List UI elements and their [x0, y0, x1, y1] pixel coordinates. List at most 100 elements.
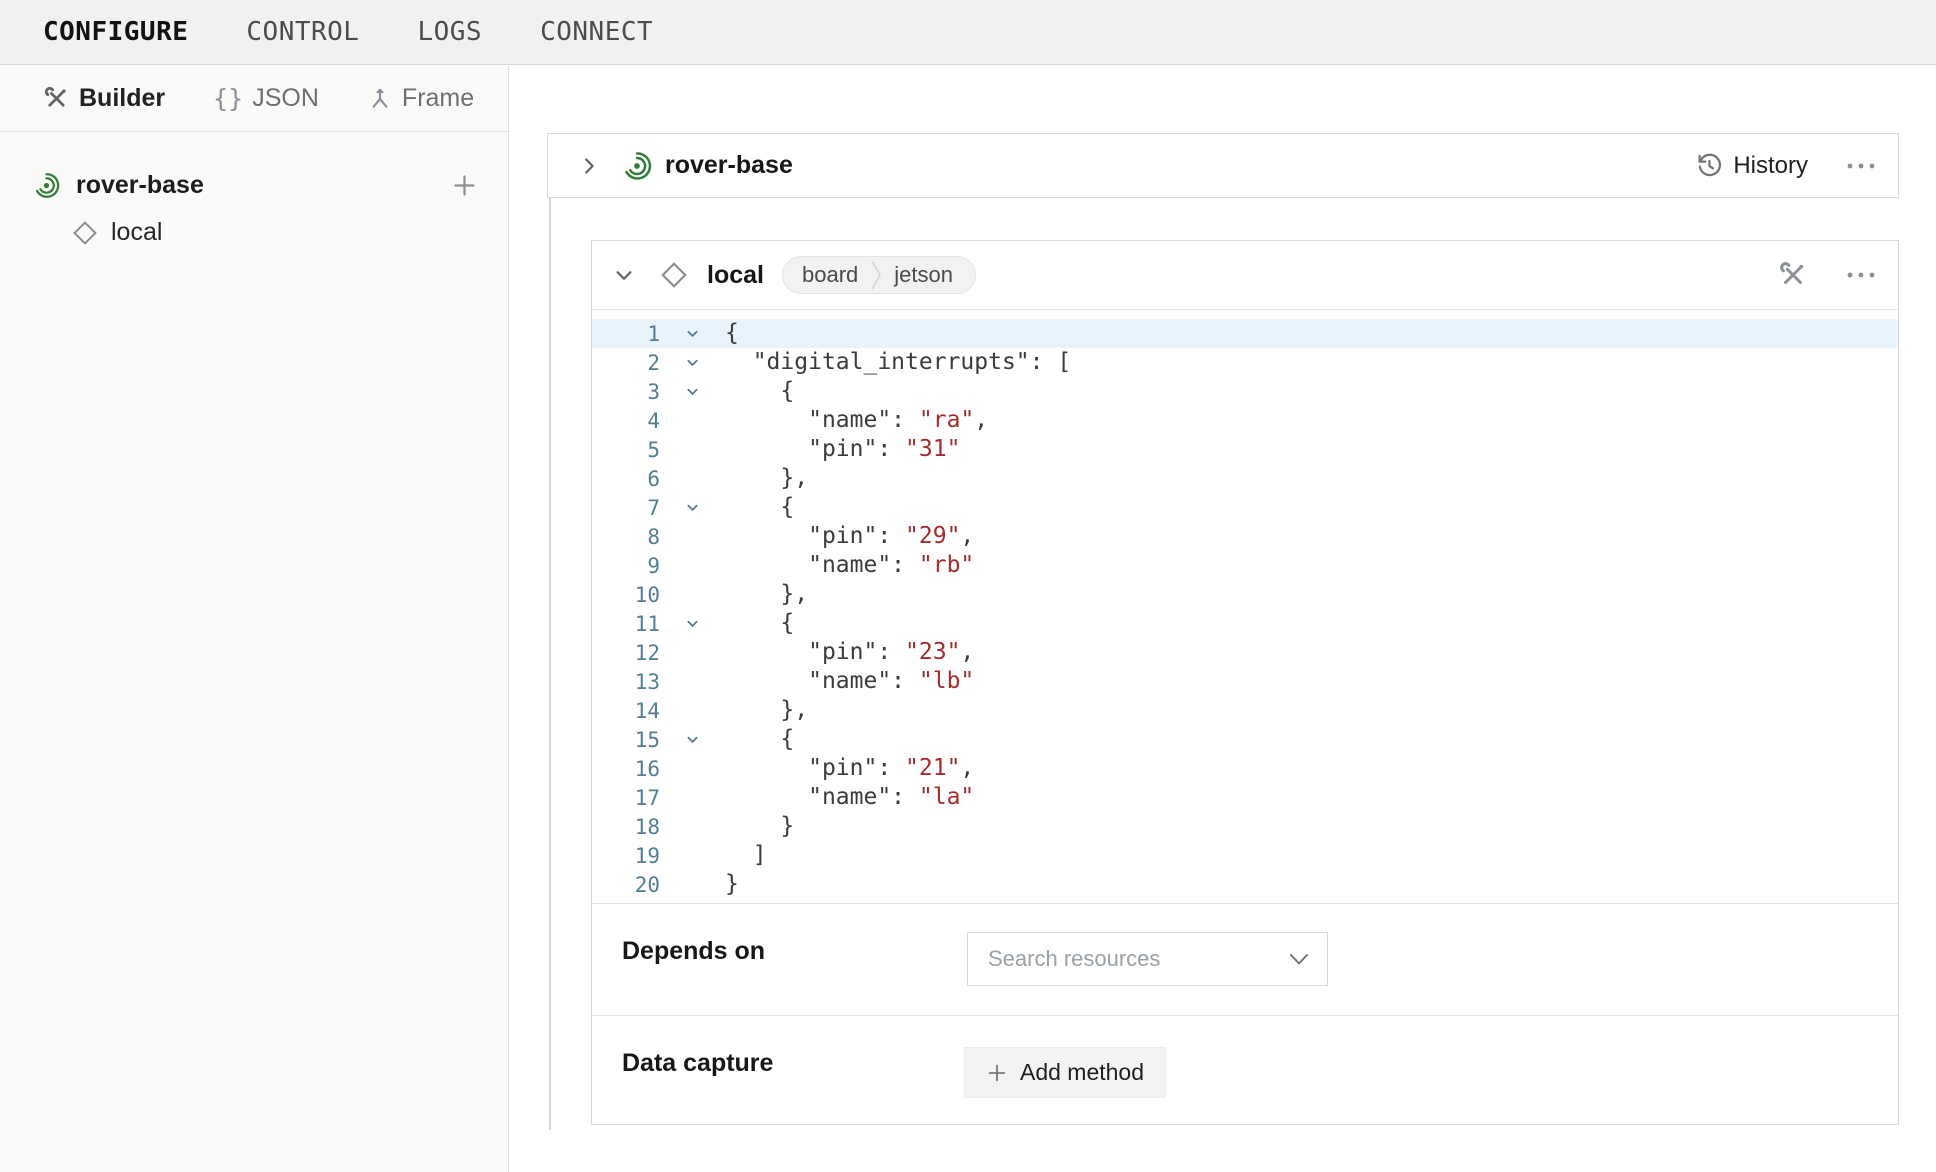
tree-item-label: rover-base — [76, 171, 204, 200]
code-text: } — [725, 870, 739, 899]
tab-json-label: JSON — [252, 84, 319, 113]
chevron-right-icon[interactable] — [578, 155, 600, 177]
line-number: 2 — [592, 351, 660, 375]
line-number: 7 — [592, 496, 660, 520]
code-text: }, — [725, 580, 808, 609]
fold-chevron-icon[interactable] — [660, 500, 725, 515]
code-line[interactable]: 19 ] — [592, 841, 1898, 870]
line-number: 10 — [592, 583, 660, 607]
braces-icon: {} — [213, 84, 243, 113]
resource-card-header: local board jetson — [592, 241, 1898, 310]
line-number: 16 — [592, 757, 660, 781]
data-capture-label: Data capture — [622, 1049, 773, 1078]
code-text: "pin": "31" — [725, 435, 960, 464]
resource-menu-ellipsis-icon[interactable] — [1846, 270, 1876, 280]
badge-type: board — [802, 262, 858, 288]
fold-chevron-icon[interactable] — [660, 732, 725, 747]
config-sidebar: Builder {} JSON Frame — [0, 66, 509, 1172]
tree-item-rover-base[interactable]: rover-base — [0, 162, 508, 209]
code-line[interactable]: 14 }, — [592, 696, 1898, 725]
json-attributes-editor[interactable]: 1{2 "digital_interrupts": [3 {4 "name": … — [592, 310, 1898, 904]
tree-item-label: local — [111, 218, 162, 247]
part-menu-ellipsis-icon[interactable] — [1846, 161, 1876, 171]
machine-part-icon — [622, 151, 652, 181]
nav-tab-connect[interactable]: CONNECT — [540, 17, 653, 47]
main-content: rover-base History — [510, 66, 1936, 1172]
code-line[interactable]: 4 "name": "ra", — [592, 406, 1898, 435]
configure-tools-icon[interactable] — [1778, 260, 1808, 290]
fold-chevron-icon[interactable] — [660, 384, 725, 399]
line-number: 19 — [592, 844, 660, 868]
top-nav: CONFIGURE CONTROL LOGS CONNECT — [0, 0, 1936, 65]
code-line[interactable]: 13 "name": "lb" — [592, 667, 1898, 696]
line-number: 20 — [592, 873, 660, 897]
select-chevron-down-icon — [1289, 953, 1309, 966]
fold-chevron-icon[interactable] — [660, 355, 725, 370]
line-number: 11 — [592, 612, 660, 636]
history-icon — [1696, 152, 1723, 179]
chevron-down-icon[interactable] — [613, 264, 635, 286]
history-button[interactable]: History — [1696, 152, 1808, 180]
resource-tree: rover-base local — [0, 132, 508, 256]
code-line[interactable]: 18 } — [592, 812, 1898, 841]
code-line[interactable]: 10 }, — [592, 580, 1898, 609]
code-text: { — [725, 319, 739, 348]
machine-part-icon — [33, 172, 60, 199]
code-line[interactable]: 9 "name": "rb" — [592, 551, 1898, 580]
resource-card-local: local board jetson — [591, 240, 1899, 1125]
depends-on-section: Depends on — [592, 904, 1898, 1016]
fold-chevron-icon[interactable] — [660, 616, 725, 631]
line-number: 6 — [592, 467, 660, 491]
tab-frame[interactable]: Frame — [367, 84, 474, 113]
line-number: 18 — [592, 815, 660, 839]
code-text: "name": "la" — [725, 783, 974, 812]
code-text: ] — [725, 841, 767, 870]
code-line[interactable]: 8 "pin": "29", — [592, 522, 1898, 551]
code-line[interactable]: 11 { — [592, 609, 1898, 638]
code-text: }, — [725, 696, 808, 725]
code-line[interactable]: 5 "pin": "31" — [592, 435, 1898, 464]
line-number: 15 — [592, 728, 660, 752]
search-resources-input[interactable] — [988, 946, 1289, 972]
code-line[interactable]: 12 "pin": "23", — [592, 638, 1898, 667]
nav-tab-configure[interactable]: CONFIGURE — [43, 17, 188, 47]
line-number: 14 — [592, 699, 660, 723]
line-number: 3 — [592, 380, 660, 404]
code-line[interactable]: 20} — [592, 870, 1898, 899]
badge-separator-chevron-icon — [870, 258, 882, 292]
code-text: }, — [725, 464, 808, 493]
line-number: 5 — [592, 438, 660, 462]
code-line[interactable]: 2 "digital_interrupts": [ — [592, 348, 1898, 377]
code-text: } — [725, 812, 794, 841]
tree-item-local[interactable]: local — [0, 209, 508, 256]
add-component-button[interactable] — [451, 172, 478, 199]
resource-type-badge: board jetson — [782, 256, 976, 294]
line-number: 17 — [592, 786, 660, 810]
depends-on-select[interactable] — [967, 932, 1328, 986]
code-line[interactable]: 17 "name": "la" — [592, 783, 1898, 812]
fold-chevron-icon[interactable] — [660, 326, 725, 341]
data-capture-section: Data capture Add method — [592, 1016, 1898, 1126]
code-line[interactable]: 1{ — [592, 319, 1898, 348]
code-line[interactable]: 7 { — [592, 493, 1898, 522]
code-line[interactable]: 15 { — [592, 725, 1898, 754]
tab-builder[interactable]: Builder — [43, 84, 165, 113]
line-number: 12 — [592, 641, 660, 665]
code-line[interactable]: 16 "pin": "21", — [592, 754, 1898, 783]
line-number: 9 — [592, 554, 660, 578]
board-diamond-icon — [72, 220, 98, 246]
code-line[interactable]: 3 { — [592, 377, 1898, 406]
nav-tab-logs[interactable]: LOGS — [417, 17, 482, 47]
code-text: "pin": "21", — [725, 754, 974, 783]
tab-json[interactable]: {} JSON — [213, 84, 319, 113]
line-number: 1 — [592, 322, 660, 346]
code-text: { — [725, 609, 794, 638]
add-method-button[interactable]: Add method — [964, 1047, 1166, 1098]
code-line[interactable]: 6 }, — [592, 464, 1898, 493]
add-method-label: Add method — [1020, 1059, 1144, 1086]
line-number: 4 — [592, 409, 660, 433]
nav-tab-control[interactable]: CONTROL — [246, 17, 359, 47]
code-text: { — [725, 493, 794, 522]
code-text: "digital_interrupts": [ — [725, 348, 1071, 377]
code-text: "pin": "29", — [725, 522, 974, 551]
